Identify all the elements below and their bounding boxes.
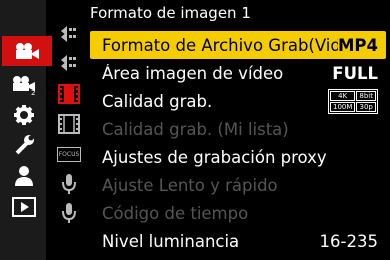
menu-item-rec-quality[interactable]: Calidad grab. 4K 8bit 100M 30p [90,87,386,115]
menu-item-label: Ajuste Lento y rápido [102,175,278,195]
menu-item-label: Calidad grab. [102,91,213,111]
microphone-2-icon [61,202,77,224]
tab-video-camera-2[interactable]: 2 [2,70,46,100]
menu-item-label: Formato de Archivo Grab(Video) [102,35,338,55]
menu-item-value: MP4 [338,35,378,55]
menu-item-rec-quality-my-list[interactable]: Calidad grab. (Mi lista) [90,115,386,143]
person-icon [13,165,35,187]
menu-item-file-format[interactable]: Formato de Archivo Grab(Video) MP4 [90,31,386,59]
subtab-2[interactable] [52,49,86,77]
tab-setup[interactable] [2,130,46,160]
subtab-audio-1[interactable] [52,170,86,198]
tab-playback[interactable] [2,192,46,222]
main-menu-rail: 2 [0,0,52,260]
film-red-icon [58,84,80,104]
focus-icon: FOCUS [56,146,82,162]
menu-item-video-area[interactable]: Área imagen de vídeo FULL [90,59,386,87]
menu-item-slow-quick[interactable]: Ajuste Lento y rápido [90,171,386,199]
subtab-1[interactable] [52,20,86,48]
video-camera-2-icon: 2 [11,75,37,95]
badge-framerate: 30p [356,101,376,112]
film-icon [58,114,80,134]
menu-item-time-code[interactable]: Código de tiempo [90,199,386,227]
menu-item-luminance-level[interactable]: Nivel luminancia 16-235 [90,227,386,255]
tab-video-camera[interactable] [2,36,52,66]
menu-item-label: Área imagen de vídeo [102,63,284,83]
tab-my-menu[interactable] [2,161,46,191]
playback-icon [12,197,36,217]
microphone-icon [61,173,77,195]
wrench-icon [13,134,35,156]
badge-resolution: 4K [330,90,356,101]
subtab-focus[interactable]: FOCUS [52,140,86,168]
page-title: Formato de imagen 1 [90,4,251,22]
video-camera-icon [14,42,40,60]
menu-item-label: Nivel luminancia [102,231,240,251]
menu-item-label: Ajustes de grabación proxy [102,147,327,167]
tab-settings[interactable] [2,100,46,130]
subtab-image-format-1[interactable] [52,80,86,108]
submenu-rail: FOCUS [52,0,86,260]
badge-bit-depth: 8bit [356,90,376,101]
subtab-audio-2[interactable] [52,199,86,227]
svg-text:2: 2 [31,89,35,95]
menu-item-label: Calidad grab. (Mi lista) [102,119,289,139]
subtab-image-format-2[interactable] [52,110,86,138]
rec-quality-badge: 4K 8bit 100M 30p [328,88,378,114]
badge-bitrate: 100M [330,101,356,112]
menu-item-label: Código de tiempo [102,203,249,223]
arrows-left-icon [59,26,79,42]
menu-item-value: FULL [332,63,378,83]
gear-icon [13,104,35,126]
menu-item-value: 16-235 [319,231,378,251]
arrows-left-2-icon [59,55,79,71]
menu-item-proxy-settings[interactable]: Ajustes de grabación proxy [90,143,386,171]
